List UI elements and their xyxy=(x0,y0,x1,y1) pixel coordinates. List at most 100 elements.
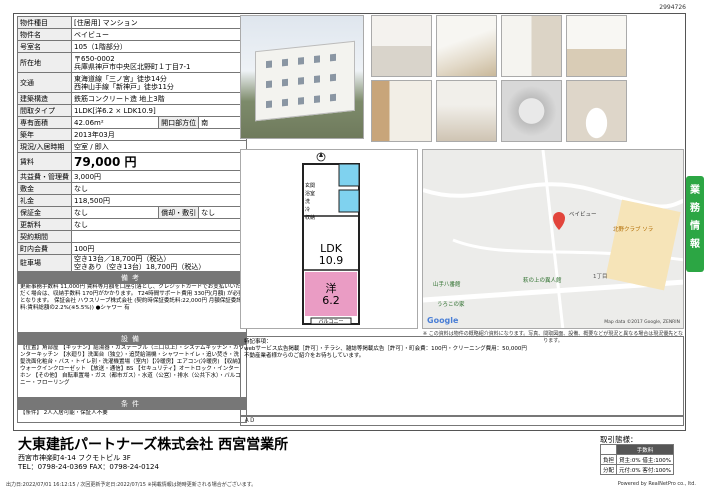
entrance-photo[interactable] xyxy=(501,15,562,77)
split-value: 元付:0% 客付:100% xyxy=(616,464,674,475)
info-label: 築年 xyxy=(17,128,72,141)
balcony-label: バルコニー xyxy=(318,319,344,325)
location-map[interactable]: ベイビュー 北野クラブ ソラ 山手八番館 萩の上の異人館 うろこの家 1丁目 G… xyxy=(422,149,684,329)
info-row: 物件名 ベイビュー xyxy=(17,28,247,41)
info-label: 保証金 xyxy=(17,206,72,219)
flyer-frame: 物件種目 [住居用] マンション 物件名 ベイビュー 号室名 105（1階部分） 所在地 〒6… xyxy=(13,13,686,431)
powered-by: Powered by RealNetPro co., ltd. xyxy=(617,481,696,487)
info-row: 所在地 〒650-0002 兵庫県神戸市中央区北野町１丁目7-1 xyxy=(17,52,247,73)
info-label: 共益費・管理費 xyxy=(17,170,72,183)
info-label: 所在地 xyxy=(17,52,72,73)
bath-label: 浴室 xyxy=(305,191,316,197)
property-info-table: 物件種目 [住居用] マンション 物件名 ベイビュー 号室名 105（1階部分） 所在地 〒6… xyxy=(17,16,247,423)
business-info-tab[interactable]: 業務情報 xyxy=(686,176,704,272)
map-place-uroko: うろこの家 xyxy=(437,302,465,308)
commission-table: 手数料 負担 貸主:0% 借主:100% 分配 元付:0% 客付:100% xyxy=(599,444,674,475)
intercom-photo[interactable] xyxy=(501,80,562,142)
footer: 大東建託パートナーズ株式会社 西宮営業所 西宮市神楽町4-14 フクモトビル 3… xyxy=(13,432,686,484)
info-value: 100円 xyxy=(71,242,247,255)
info-label: 敷金 xyxy=(17,182,72,195)
info-row: 駐車場 空き13台／18,700円（税込） 空きあり（空き13台）18,700円（… xyxy=(17,254,247,272)
info-row: 専有面積 42.06m² 開口部方位南 xyxy=(17,116,247,129)
info-value: なし xyxy=(71,218,247,231)
info-value: 118,500円 xyxy=(71,194,247,207)
living-room-photo[interactable] xyxy=(436,15,497,77)
map-copyright: Map data ©2017 Google, ZENRIN xyxy=(604,320,680,325)
condition-header: 条件 xyxy=(17,397,247,410)
wash-label: 洗 xyxy=(305,199,311,205)
info-label: 更新料 xyxy=(17,218,72,231)
info-label: 礼金 xyxy=(17,194,72,207)
info-value: 〒650-0002 兵庫県神戸市中央区北野町１丁目7-1 xyxy=(71,52,247,73)
fridge-label: 冷 xyxy=(305,207,311,213)
storage-photo[interactable] xyxy=(371,80,432,142)
info-row: 保証金 なし 償却・敷引 なし xyxy=(17,206,247,219)
burden-label: 負担 xyxy=(599,454,618,465)
info-row: 共益費・管理費 3,000円 xyxy=(17,170,247,183)
split-label: 分配 xyxy=(599,464,618,475)
info-row: 建築構造 鉄筋コンクリート造 地上3階 xyxy=(17,92,247,105)
map-place-property: ベイビュー xyxy=(569,212,597,218)
info-value: 2013年03月 xyxy=(71,128,247,141)
map-place-ijinkan: 萩の上の異人館 xyxy=(523,278,562,284)
facility-text: 【位置】角部屋 【キッチン】給湯器・ガステーブル（三口以上）・システムキッチン・… xyxy=(17,344,247,398)
company-phone: TEL：0798-24-0369 FAX：0798-24-0124 xyxy=(18,463,159,471)
info-label: 賃料 xyxy=(17,152,72,171)
special-remarks-line2: 不動産業者様からのご紹介をお待ちしています。 xyxy=(244,353,365,359)
bedroom-photo[interactable] xyxy=(566,15,627,77)
ldk-size: 10.9 xyxy=(318,254,344,267)
info-label: 償却・敷引 xyxy=(158,206,200,219)
room-size: 6.2 xyxy=(322,294,340,307)
ad-field: ＡＤ xyxy=(240,416,684,426)
building-shape xyxy=(255,40,355,122)
info-value: 1LDK[洋6.2 × LDK10.9] xyxy=(71,104,247,117)
info-value: 79,000 円 xyxy=(71,152,247,171)
info-row: 礼金 118,500円 xyxy=(17,194,247,207)
info-value: 東海道線「三ノ宮」徒歩14分 西神山手線「新神戸」徒歩11分 xyxy=(71,72,247,93)
print-info: 出力日:2022/07/01 16:12:15 / 次回更新予定日:2022/0… xyxy=(6,481,706,488)
condition-text: 【条件】 2人入居可能・保証人不要 xyxy=(17,409,247,423)
info-label: 物件名 xyxy=(17,28,72,41)
info-label: 号室名 xyxy=(17,40,72,53)
info-label: 町内会費 xyxy=(17,242,72,255)
info-row: 築年 2013年03月 xyxy=(17,128,247,141)
commission-header: 手数料 xyxy=(616,444,674,455)
info-row: 間取タイプ 1LDK[洋6.2 × LDK10.9] xyxy=(17,104,247,117)
info-row: 更新料 なし xyxy=(17,218,247,231)
facility-header: 設備 xyxy=(17,332,247,345)
output-date: 出力日:2022/07/01 16:12:15 / 次回更新予定日:2022/0… xyxy=(6,482,257,488)
toilet-photo[interactable] xyxy=(566,80,627,142)
info-row: 敷金 なし xyxy=(17,182,247,195)
kitchen-photo[interactable] xyxy=(371,15,432,77)
info-value: 空き13台／18,700円（税込） 空きあり（空き13台）18,700円（税込） xyxy=(71,254,247,272)
info-row: 交通 東海道線「三ノ宮」徒歩14分 西神山手線「新神戸」徒歩11分 xyxy=(17,72,247,93)
info-value: 3,000円 xyxy=(71,170,247,183)
special-remarks: 特記事項： webサービス広告掲載［許可］・チラシ、雑誌等掲載広告［許可］・町会… xyxy=(240,336,684,416)
info-value: 105（1階部分） xyxy=(71,40,247,53)
info-value xyxy=(71,230,247,243)
info-row: 契約期間 xyxy=(17,230,247,243)
map-place-yamate: 山手八番館 xyxy=(433,282,461,288)
building-exterior-photo[interactable] xyxy=(240,15,364,139)
entrance-label: 玄関 xyxy=(305,183,316,189)
google-logo: Google xyxy=(427,316,459,325)
map-place-chome: 1丁目 xyxy=(593,274,608,280)
ldk-label-block: LDK 10.9 xyxy=(305,243,357,267)
company-name: 大東建託パートナーズ株式会社 西宮営業所 xyxy=(18,437,289,453)
remarks-header: 備考 xyxy=(17,271,247,284)
room-label-block: 洋 6.2 xyxy=(305,283,357,307)
bathroom-photo[interactable] xyxy=(436,80,497,142)
info-label: 建築構造 xyxy=(17,92,72,105)
special-remarks-label: 特記事項： xyxy=(244,339,272,345)
info-value: なし xyxy=(70,206,160,219)
floorplan[interactable]: LDK 10.9 洋 6.2 玄関 浴室 洗 冷 収納 バルコニー xyxy=(240,149,418,329)
compass-icon xyxy=(316,152,326,162)
info-label: 交通 xyxy=(17,72,72,93)
remarks-text: 更新事務手数料 11,000円 賃料等月額を口座引落とし、クレジットカードでお支… xyxy=(17,283,247,333)
info-row: 物件種目 [住居用] マンション xyxy=(17,16,247,29)
info-value: [住居用] マンション xyxy=(71,16,247,29)
info-row: 町内会費 100円 xyxy=(17,242,247,255)
info-label: 開口部方位 xyxy=(158,116,200,129)
info-row: 現況/入居時期 空室 / 即入 xyxy=(17,140,247,153)
info-value: なし xyxy=(71,182,247,195)
